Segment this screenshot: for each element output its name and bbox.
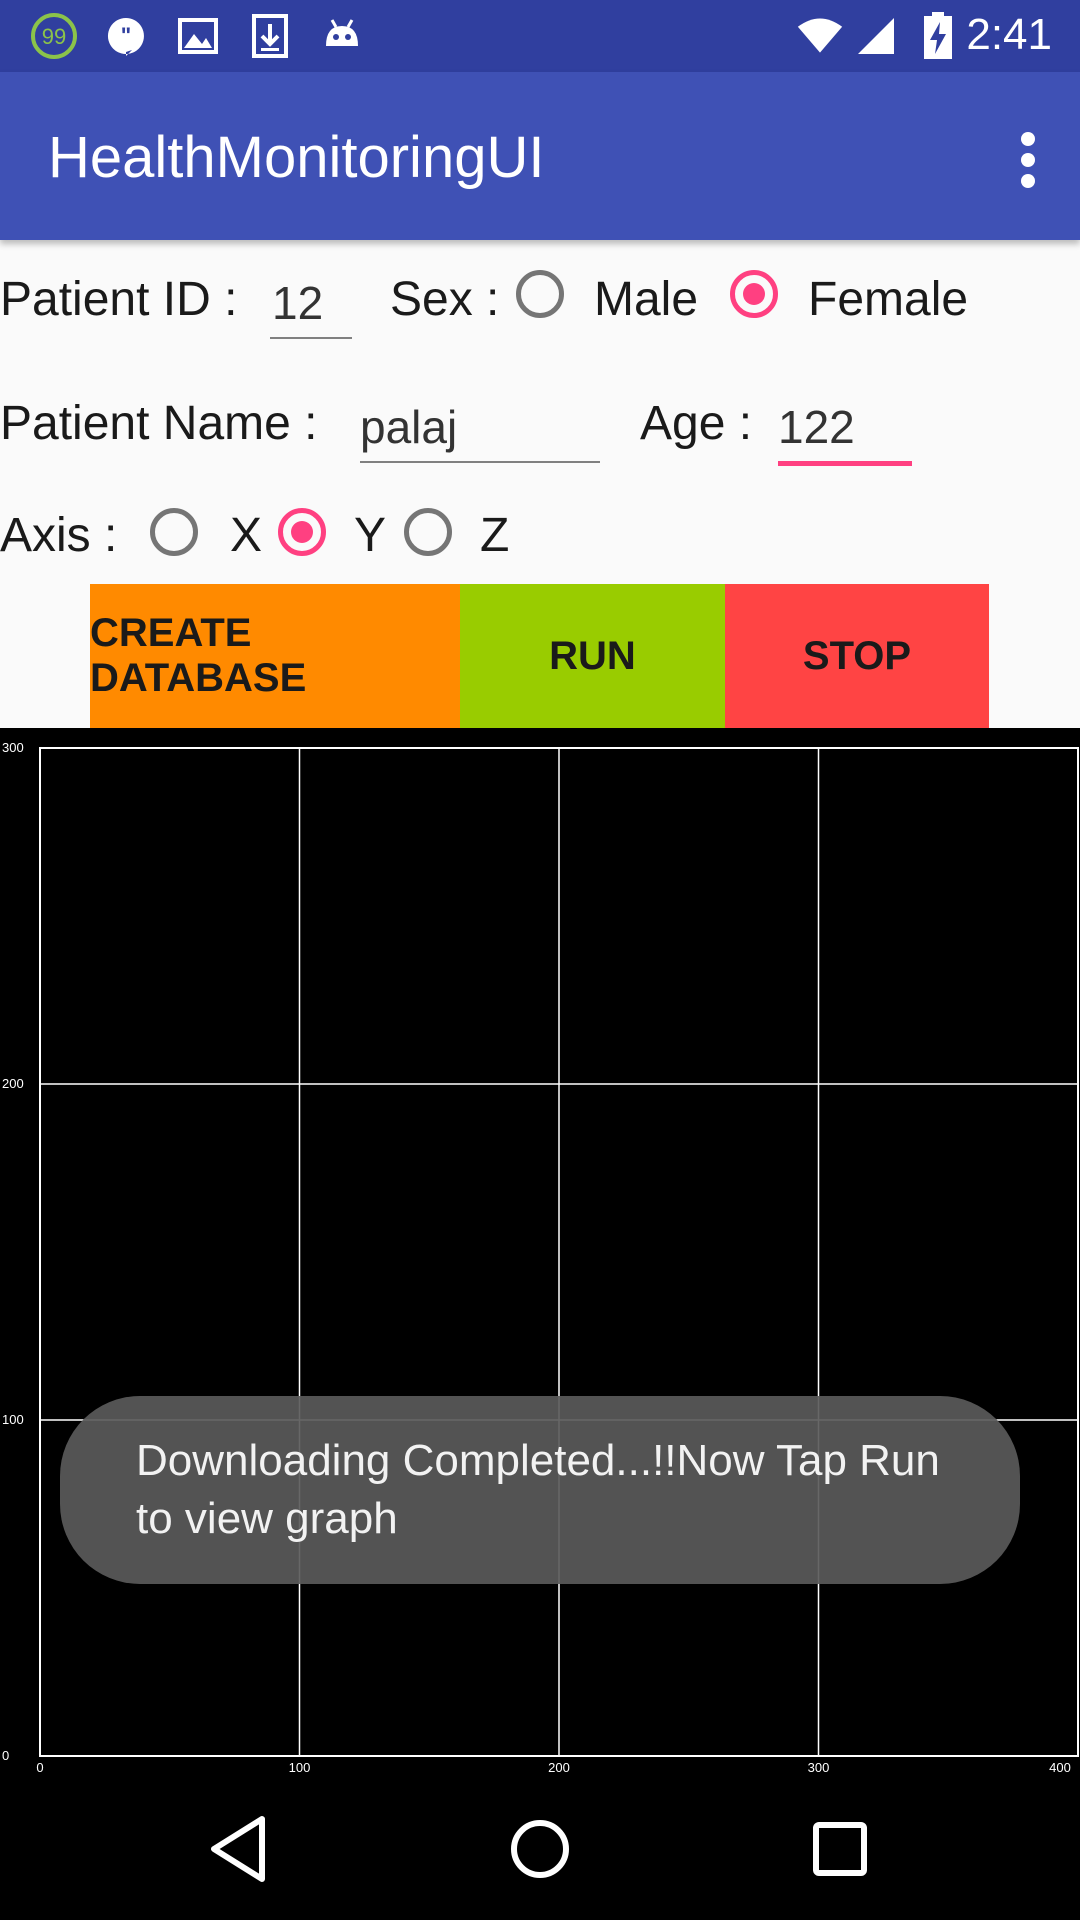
hangouts-icon: " <box>102 12 150 60</box>
patient-name-underline <box>360 461 600 463</box>
patient-id-underline <box>270 337 352 339</box>
image-icon <box>174 12 222 60</box>
create-database-button[interactable]: CREATE DATABASE <box>90 584 460 728</box>
patient-id-input[interactable]: 12 <box>272 276 323 330</box>
wifi-icon <box>796 12 844 60</box>
navigation-bar <box>0 1774 1080 1920</box>
y-tick-label: 200 <box>2 1076 24 1091</box>
download-icon <box>246 12 294 60</box>
patient-name-input[interactable]: palaj <box>360 400 457 454</box>
sex-male-label[interactable]: Male <box>594 272 698 327</box>
age-input[interactable]: 122 <box>778 400 855 454</box>
x-tick-label: 200 <box>548 1760 570 1774</box>
x-tick-label: 100 <box>289 1760 311 1774</box>
signal-icon <box>852 12 900 60</box>
sex-male-radio[interactable] <box>516 270 564 318</box>
stop-button[interactable]: STOP <box>725 584 989 728</box>
sex-female-label[interactable]: Female <box>808 272 968 327</box>
axis-z-radio[interactable] <box>404 508 452 556</box>
home-icon[interactable] <box>500 1809 580 1889</box>
axis-z-label[interactable]: Z <box>480 508 509 563</box>
y-tick-label: 0 <box>2 1748 9 1763</box>
axis-y-radio[interactable] <box>278 508 326 556</box>
app-bar: HealthMonitoringUI <box>0 72 1080 240</box>
y-tick-label: 100 <box>2 1412 24 1427</box>
axis-label: Axis : <box>0 509 118 562</box>
app-title: HealthMonitoringUI <box>48 125 545 190</box>
x-tick-label: 0 <box>36 1760 43 1774</box>
back-icon[interactable] <box>200 1809 280 1889</box>
age-underline-focused <box>778 461 912 466</box>
sex-female-radio[interactable] <box>730 270 778 318</box>
status-time: 2:41 <box>966 10 1052 59</box>
counter-badge-icon: 99 <box>30 12 78 60</box>
run-button[interactable]: RUN <box>460 584 725 728</box>
battery-charging-icon <box>914 12 962 60</box>
accelerometer-chart: 0 100 200 300 400 0 100 200 300 <box>2 740 1079 1775</box>
overflow-menu-icon[interactable] <box>1016 132 1040 188</box>
android-icon <box>318 12 366 60</box>
x-tick-label: 400 <box>1049 1760 1071 1774</box>
age-label: Age : <box>640 397 753 450</box>
patient-name-label: Patient Name : <box>0 397 318 450</box>
axis-x-label[interactable]: X <box>230 508 262 563</box>
graph-view: 0 100 200 300 400 0 100 200 300 <box>0 728 1080 1775</box>
toast-message: Downloading Completed...!!Now Tap Run to… <box>60 1396 1020 1584</box>
sex-label: Sex : <box>390 273 500 326</box>
recents-icon[interactable] <box>800 1809 880 1889</box>
x-tick-label: 300 <box>808 1760 830 1774</box>
axis-x-radio[interactable] <box>150 508 198 556</box>
badge-count: 99 <box>42 24 66 49</box>
axis-y-label[interactable]: Y <box>354 508 386 563</box>
patient-id-label: Patient ID : <box>0 273 238 326</box>
svg-text:": " <box>121 23 131 48</box>
y-tick-label: 300 <box>2 740 24 755</box>
status-bar: 99 " 2:41 <box>0 0 1080 72</box>
